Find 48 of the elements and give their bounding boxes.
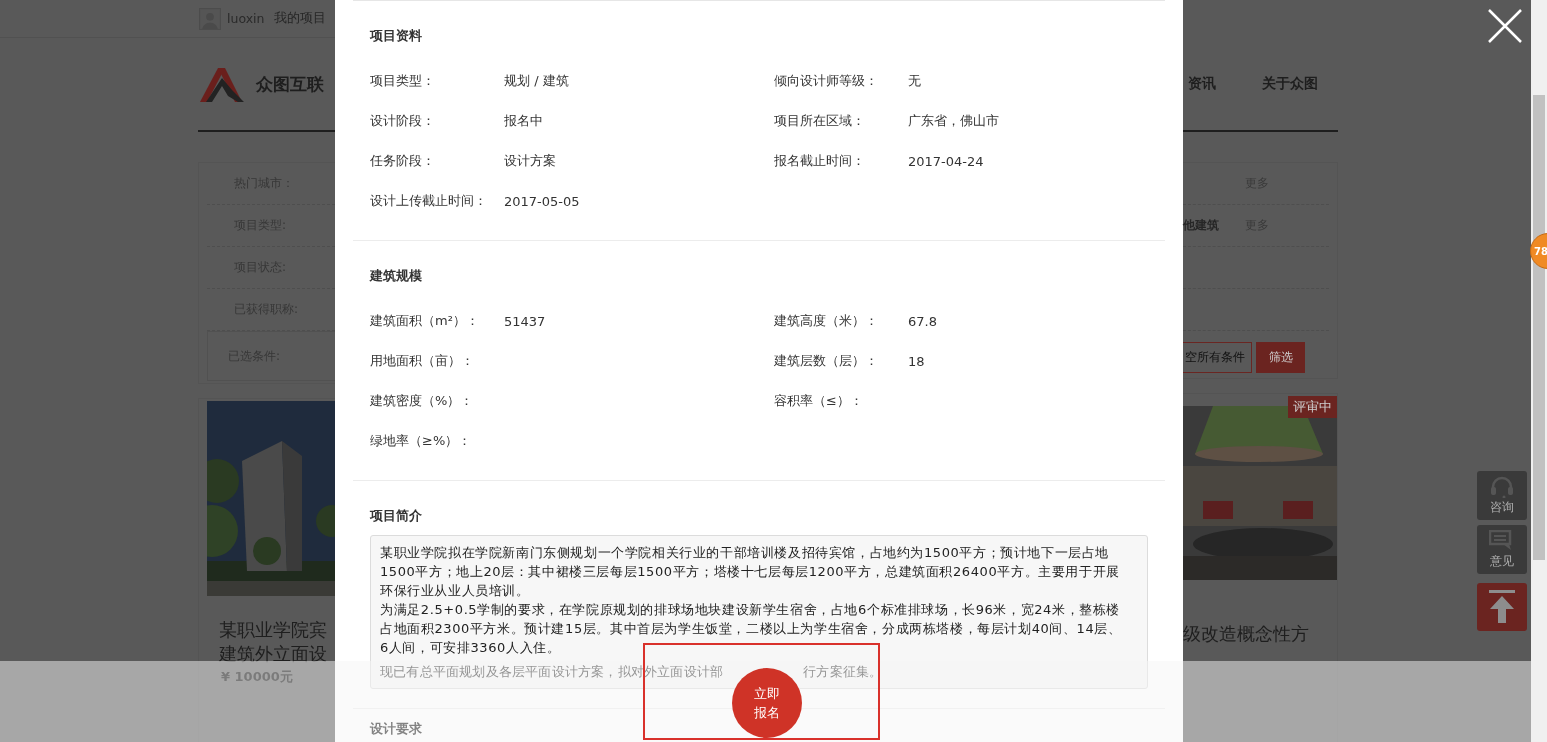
side-tool-button[interactable]: 意见 <box>1477 525 1527 574</box>
side-tool-button[interactable] <box>1477 583 1527 631</box>
field-label: 用地面积（亩）： <box>370 352 475 370</box>
field-label: 容积率（≤）： <box>774 392 864 410</box>
field-value: 67.8 <box>908 313 937 329</box>
card-title: 某职业学院宾 <box>219 618 328 642</box>
field-value: 18 <box>908 353 925 369</box>
field-label: 项目所在区域： <box>774 112 866 130</box>
description-paragraph: 某职业学院拟在学院新南门东侧规划一个学院相关行业的干部培训楼及招待宾馆，占地约为1500平方；预计地下一层占地1500平方；地上20层：其中裙楼三层每层1500平方；塔楼十七层每层1200平方，总建筑面积26400平方。主要用于开展环保行业从业人员培训。 <box>380 544 1121 600</box>
logo-text: 众图互联 <box>256 72 324 96</box>
side-tool-button[interactable]: 咨询 <box>1477 471 1527 520</box>
description-paragraph: 为满足2.5+0.5学制的要求，在学院原规划的排球场地块建设新学生宿舍，占地6个标准排球场，长96米，宽24米，整栋楼占地面积2300平方米。预计建15层。其中首层为学生饭堂，二楼以上为学生宿舍，分成两栋塔楼，每层计划40间、14层、6人间，可安排3360人入住。 <box>380 601 1123 657</box>
description-text: 行方案征集。 <box>803 663 883 681</box>
status-badge: 评审中 <box>1288 396 1337 418</box>
field-label: 任务阶段： <box>370 152 436 170</box>
headset-icon <box>1489 475 1515 498</box>
section-title: 设计要求 <box>370 720 422 738</box>
field-label: 绿地率（≥%）： <box>370 432 473 450</box>
section-title: 建筑规模 <box>370 267 422 285</box>
field-label: 报名截止时间： <box>774 152 866 170</box>
field-value: 报名中 <box>504 113 543 128</box>
card-title: 建筑外立面设 <box>219 642 328 666</box>
section-title: 项目简介 <box>370 507 422 525</box>
field-value: 2017-05-05 <box>504 193 580 209</box>
field-label: 建筑面积（m²）： <box>370 312 480 330</box>
field-value: 设计方案 <box>504 153 556 168</box>
section-title: 项目资料 <box>370 27 422 45</box>
field-label: 项目类型： <box>370 72 436 90</box>
close-icon[interactable] <box>1487 8 1523 44</box>
card-title: 级改造概念性方 <box>1183 622 1310 646</box>
field-value: 51437 <box>504 313 546 329</box>
back-to-top-icon <box>1488 590 1516 624</box>
nav-link[interactable]: 关于众图 <box>1262 75 1318 93</box>
filter-button[interactable]: 筛选 <box>1256 342 1305 373</box>
nav-link[interactable]: 资讯 <box>1188 75 1216 93</box>
field-label: 设计阶段： <box>370 112 436 130</box>
field-value: 广东省，佛山市 <box>908 113 999 128</box>
field-label: 倾向设计师等级： <box>774 72 879 90</box>
clear-conditions-button[interactable]: 空所有条件 <box>1183 342 1252 373</box>
field-label: 建筑高度（米）： <box>774 312 879 330</box>
scrollbar[interactable] <box>1531 0 1547 742</box>
description-text: 现已有总平面规划及各层平面设计方案，拟对外立面设计部 <box>380 663 724 681</box>
field-label: 设计上传截止时间： <box>370 192 488 210</box>
field-value: 2017-04-24 <box>908 153 984 169</box>
field-value: 无 <box>908 73 921 88</box>
field-label: 建筑密度（%）： <box>370 392 475 410</box>
field-label: 建筑层数（层）： <box>774 352 879 370</box>
field-value: 规划 / 建筑 <box>504 73 569 88</box>
